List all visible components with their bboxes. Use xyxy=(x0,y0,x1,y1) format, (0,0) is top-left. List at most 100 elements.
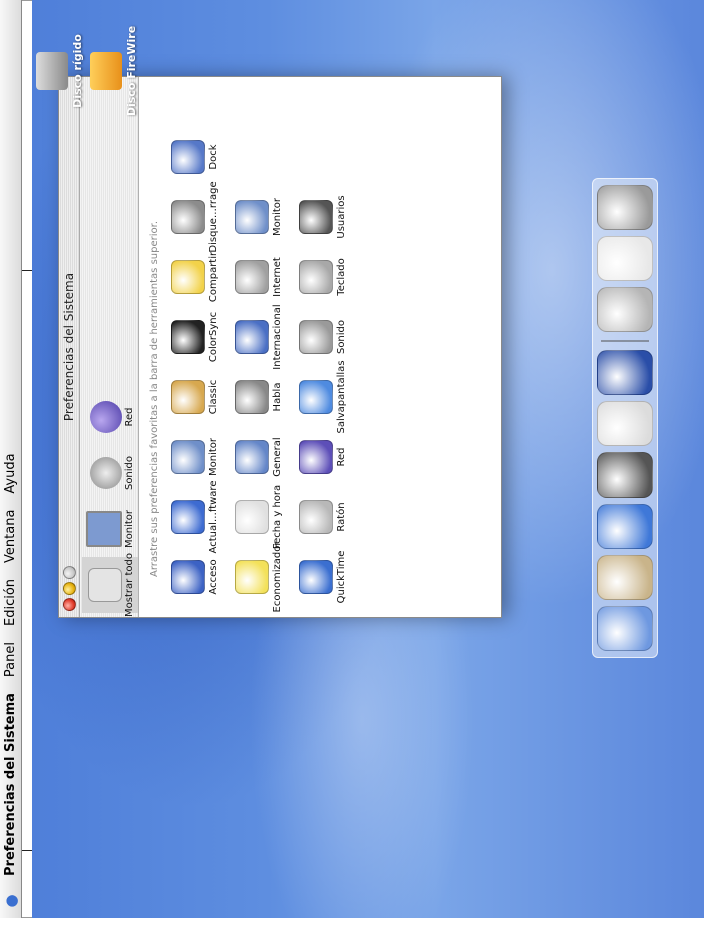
pref-pane-international[interactable]: Internacional xyxy=(235,304,299,370)
pref-pane-label: Internacional xyxy=(272,304,283,370)
pref-pane-monitor[interactable]: Monitor xyxy=(235,187,299,247)
general-icon xyxy=(235,440,269,474)
toolbar-label: Red xyxy=(124,407,135,427)
pref-pane-globe[interactable]: Red xyxy=(299,427,363,487)
preferences-grid: Acceso Actual…ftware Monitor Classic ColorSy… xyxy=(169,77,365,617)
pref-pane-mouse[interactable]: Ratón xyxy=(299,487,363,547)
pref-pane-label: Monitor xyxy=(272,198,283,237)
pref-pane-date-time[interactable]: Fecha y hora xyxy=(235,484,299,550)
pref-pane-label: Salvapantallas xyxy=(336,360,347,434)
pref-pane-label: Usuarios xyxy=(336,195,347,239)
pref-pane-label: Classic xyxy=(208,379,219,415)
internet-icon xyxy=(235,260,269,294)
internet-explorer-icon[interactable] xyxy=(597,503,653,549)
pref-pane-label: ColorSync xyxy=(208,311,219,363)
firewire-disk-icon xyxy=(90,52,122,90)
pref-pane-label: Acceso xyxy=(208,559,219,595)
pref-pane-label: Compartir xyxy=(208,251,219,303)
pref-pane-accounts[interactable]: Acceso xyxy=(171,547,235,607)
menu-window[interactable]: Ventana xyxy=(3,502,18,571)
document-icon[interactable] xyxy=(597,236,653,282)
classic-icon xyxy=(171,380,205,414)
dock-icon xyxy=(171,140,205,174)
window-title: Preferencias del Sistema xyxy=(62,272,76,422)
hard-disk-icon xyxy=(36,52,68,90)
toolbar-label: Monitor xyxy=(124,510,135,549)
screensaver-icon xyxy=(299,380,333,414)
mail-icon[interactable] xyxy=(597,554,653,600)
monitor-icon xyxy=(171,440,205,474)
pref-pane-sharing[interactable]: Compartir xyxy=(171,247,235,307)
pref-pane-label: Teclado xyxy=(336,258,347,296)
rotated-screen: ● Preferencias del Sistema Panel Edición… xyxy=(0,0,672,918)
internet-icon[interactable] xyxy=(597,287,653,333)
hint-text: Arrastre sus preferencias favoritas a la… xyxy=(149,221,160,577)
software-update-icon xyxy=(171,500,205,534)
sharing-icon xyxy=(171,260,205,294)
toolbar-sound[interactable]: Sonido xyxy=(82,445,138,501)
pref-pane-classic[interactable]: Classic xyxy=(171,367,235,427)
toolbar-label: Mostrar todo xyxy=(124,553,135,617)
pref-pane-users[interactable]: Usuarios xyxy=(299,187,363,247)
dock-separator xyxy=(601,340,649,343)
pref-pane-monitor[interactable]: Monitor xyxy=(171,427,235,487)
pref-pane-general[interactable]: General xyxy=(235,427,299,487)
monitor-icon xyxy=(235,200,269,234)
pref-pane-quicktime[interactable]: QuickTime xyxy=(299,547,363,607)
preferences-window: Preferencias del Sistema Mostrar todo Mo… xyxy=(58,76,502,618)
pref-pane-label: Disque…rrage xyxy=(208,181,219,253)
pref-pane-speaker[interactable]: Sonido xyxy=(299,307,363,367)
menu-panel[interactable]: Panel xyxy=(3,634,18,685)
quicktime-icon[interactable] xyxy=(597,350,653,396)
pref-pane-screensaver[interactable]: Salvapantallas xyxy=(299,360,363,434)
pref-pane-label: Red xyxy=(336,447,347,467)
pref-pane-label: Dock xyxy=(208,144,219,170)
pref-pane-speech[interactable]: Habla xyxy=(235,367,299,427)
monitor-icon xyxy=(86,511,122,547)
pref-pane-label: Fecha y hora xyxy=(272,484,283,550)
menu-edit[interactable]: Edición xyxy=(3,571,18,634)
globe-icon xyxy=(90,401,122,433)
pref-pane-internet[interactable]: Internet xyxy=(235,247,299,307)
globe-icon xyxy=(299,440,333,474)
toolbar-monitor[interactable]: Monitor xyxy=(82,501,138,557)
pref-pane-energy-saver[interactable]: Economizador xyxy=(235,542,299,612)
screen: ● Preferencias del Sistema Panel Edición… xyxy=(0,0,704,928)
desktop-icon-firewire[interactable]: Disco FireWire xyxy=(90,26,138,116)
title-bar[interactable]: Preferencias del Sistema xyxy=(59,77,80,617)
menu-app[interactable]: Preferencias del Sistema xyxy=(3,685,18,884)
accounts-icon xyxy=(171,560,205,594)
international-icon xyxy=(235,320,269,354)
keyboard-icon xyxy=(299,260,333,294)
pref-pane-label: QuickTime xyxy=(336,550,347,604)
speaker-icon xyxy=(299,320,333,354)
date-time-icon xyxy=(235,500,269,534)
speech-icon xyxy=(235,380,269,414)
desktop-icon-label: Disco FireWire xyxy=(125,25,138,117)
pref-pane-colorsync[interactable]: ColorSync xyxy=(171,307,235,367)
system-preferences-icon[interactable] xyxy=(597,401,653,447)
dock xyxy=(592,178,658,658)
menu-help[interactable]: Ayuda xyxy=(3,445,18,501)
startup-disk-icon xyxy=(171,200,205,234)
pref-pane-keyboard[interactable]: Teclado xyxy=(299,247,363,307)
toolbar-network[interactable]: Red xyxy=(82,389,138,445)
pref-pane-software-update[interactable]: Actual…ftware xyxy=(171,481,235,553)
apple-menu-icon[interactable]: ● xyxy=(2,884,20,918)
desktop-icon-label: Disco rígido xyxy=(71,34,84,108)
pref-pane-label: Internet xyxy=(272,257,283,297)
finder-icon[interactable] xyxy=(597,605,653,651)
pref-pane-startup-disk[interactable]: Disque…rrage xyxy=(171,181,235,253)
show-all-icon xyxy=(88,568,122,602)
menu-bar: ● Preferencias del Sistema Panel Edición… xyxy=(0,0,22,918)
sherlock-icon[interactable] xyxy=(597,452,653,498)
pref-pane-label: Sonido xyxy=(336,319,347,355)
trash-icon[interactable] xyxy=(597,185,653,231)
pref-pane-label: Monitor xyxy=(208,438,219,477)
mouse-icon xyxy=(299,500,333,534)
toolbar: Mostrar todo Monitor Sonido Red xyxy=(80,77,139,617)
energy-saver-icon xyxy=(235,560,269,594)
toolbar-show-all[interactable]: Mostrar todo xyxy=(82,553,138,617)
desktop-icon-hard-disk[interactable]: Disco rígido xyxy=(36,34,84,108)
pref-pane-dock[interactable]: Dock xyxy=(171,127,235,187)
